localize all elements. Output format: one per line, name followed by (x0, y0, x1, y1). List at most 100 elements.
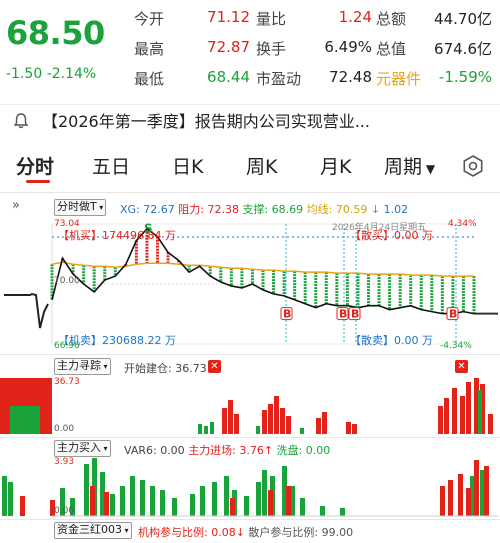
collapse-icon[interactable]: » (12, 198, 20, 213)
ind2-bar (340, 508, 345, 516)
ind1-bar (222, 408, 227, 434)
pct-bottom-label: -4.34% (440, 341, 472, 351)
notice-text[interactable]: 【2026年第一季度】报告期内公司实现营业... (42, 108, 370, 132)
ind2-bar (244, 496, 249, 516)
ind2-bar (8, 482, 13, 516)
ind1-bar (452, 388, 457, 434)
indicator1-selector[interactable]: 主力寻踪 ▾ (54, 358, 111, 375)
ind1-bar (478, 390, 482, 434)
ind1-bar (286, 416, 291, 434)
avg-line-value: 均线: 70.59 (306, 203, 368, 216)
price-change: -1.50 -2.14% (6, 66, 96, 82)
dropdown-arrow-icon: ▾ (96, 203, 104, 212)
ind1-bar (466, 382, 471, 434)
ind1-bar (438, 406, 443, 434)
ind2-bar (212, 482, 217, 516)
indicator2-selector[interactable]: 主力买入 ▾ (54, 440, 111, 457)
b-marker: B (449, 308, 457, 321)
dropdown-arrow-icon: ▾ (101, 444, 108, 453)
quote-label: 市盈动 (256, 70, 302, 88)
quote-label: 总值 (376, 40, 407, 58)
indicator-selector[interactable]: 分时做T ▾ (54, 199, 107, 216)
indicator1-value: 开始建仓: 36.73 (124, 362, 207, 375)
bell-icon (13, 113, 29, 129)
close-icon[interactable]: ✕ (208, 360, 221, 373)
divider (0, 192, 500, 193)
tab-five-day[interactable]: 五日 (92, 152, 130, 179)
dropdown-arrow-icon: ▾ (122, 526, 129, 535)
change-value: -1.50 (6, 66, 43, 82)
ind2-bar (484, 466, 489, 516)
retail-ratio: 散户参与比例: 99.00 (248, 526, 354, 539)
quote-value: 1.24 (338, 8, 372, 26)
ind2-top-label: 3.93 (54, 457, 75, 467)
b-marker: B (339, 308, 347, 321)
ind1-bar (274, 396, 279, 434)
ind2-bar (150, 486, 155, 516)
ind1-bar (198, 424, 202, 434)
ind2-bar (172, 498, 177, 516)
indicator2-chart[interactable] (0, 456, 500, 518)
ind1-bottom-label: 0.00 (54, 424, 75, 434)
ind1-bar (262, 410, 267, 434)
quote-label: 最低 (134, 70, 165, 88)
tab-daily-k[interactable]: 日K (172, 152, 203, 179)
quote-value: 72.87 (207, 38, 250, 56)
main-indicator-values: XG: 72.67 阻力: 72.38 支撑: 68.69 均线: 70.59 … (120, 201, 408, 217)
retail-sell-label: 【散卖】0.00 万 (350, 334, 433, 347)
ind1-bar (444, 398, 449, 434)
quote-label: 总额 (376, 10, 407, 28)
tab-monthly-k[interactable]: 月K (320, 152, 351, 179)
ind1-bar (256, 426, 260, 434)
ind1-top-label: 36.73 (54, 377, 80, 387)
indicator3-selector[interactable]: 资金三红003 ▾ (54, 522, 132, 539)
quote-label: 换手 (256, 40, 287, 58)
ind2-bar (2, 476, 7, 516)
ind2-bar (140, 480, 145, 516)
change-percent: -2.14% (46, 66, 97, 82)
quote-value: -1.59% (438, 68, 492, 86)
quote-value: 6.49% (324, 38, 372, 56)
ind2-bar (84, 464, 89, 516)
ind2-bar (466, 488, 471, 516)
quote-value: 68.44 (207, 68, 250, 86)
close-icon[interactable]: ✕ (455, 360, 468, 373)
arrow-down-icon: ↓ (370, 203, 381, 216)
ind2-bar (130, 476, 135, 516)
tab-weekly-k[interactable]: 周K (246, 152, 277, 179)
ind1-bar (204, 426, 208, 434)
quote-value: 72.48 (329, 68, 372, 86)
ind2-bar (320, 506, 325, 516)
quote-label: 今开 (134, 10, 165, 28)
ind1-bar (352, 424, 357, 434)
ind2-bar (120, 486, 125, 516)
dropdown-arrow-icon: ▼ (422, 162, 436, 176)
ind2-bar (458, 474, 463, 516)
ind1-bar (346, 422, 351, 434)
ind2-bar (262, 470, 267, 516)
ind2-bar (20, 496, 25, 516)
quote-value: 674.6亿 (434, 40, 492, 58)
ind2-bar (448, 480, 453, 516)
ind2-bar (300, 498, 305, 516)
active-tab-indicator (26, 180, 50, 183)
settings-icon[interactable] (462, 155, 484, 177)
ind1-block (10, 406, 40, 434)
ind2-bar (160, 490, 165, 516)
tab-period[interactable]: 周期 ▼ (384, 152, 435, 179)
resistance-value: 阻力: 72.38 (178, 203, 239, 216)
ind2-bar (104, 492, 109, 516)
ind2-bar (474, 460, 479, 516)
ind1-bar (268, 404, 273, 434)
ind2-bar (190, 494, 195, 516)
quote-value: 44.70亿 (434, 10, 492, 28)
ind2-bar (224, 476, 229, 516)
ind2-bar (90, 486, 95, 516)
ind2-bar (230, 498, 235, 516)
tab-intraday[interactable]: 分时 (16, 152, 54, 179)
arrow-down-icon: ↓ (235, 526, 245, 539)
ind2-bar (286, 486, 291, 516)
institution-sell-label: 【机卖】230688.22 万 (58, 334, 176, 347)
pct-top-label: 4.34% (448, 219, 477, 229)
quote-label[interactable]: 元器件 (376, 68, 421, 89)
